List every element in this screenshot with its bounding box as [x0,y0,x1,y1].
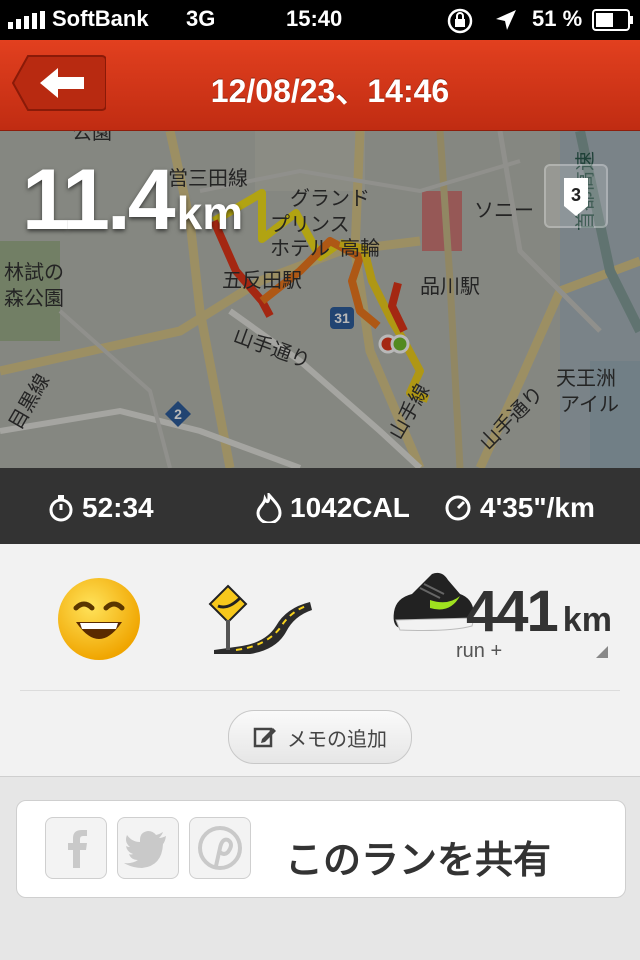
calories-stat: 1042CAL [256,492,410,524]
shoe-name[interactable]: run + [456,640,502,663]
route-map[interactable]: 31 2 公園 営三田線 グランド プリンス ホテル 高輪 五反田駅 品川駅 ソ… [0,131,640,468]
share-run-card[interactable]: このランを共有 [16,800,626,898]
twitter-icon [124,831,166,868]
pace-stat: 4'35"/km [444,492,595,524]
shoe-distance-value: 441 [466,579,559,644]
speedometer-icon [445,495,471,521]
pinterest-icon [198,826,242,870]
battery-percent: 51 % [532,6,583,31]
flame-icon [256,493,282,523]
add-memo-label: メモの追加 [287,728,387,751]
nav-bar: 12/08/23、14:46 [0,40,640,131]
location-arrow-icon [496,10,516,30]
edit-note-icon [253,727,276,748]
running-shoe-icon[interactable] [390,568,476,636]
pace-value: 4'35"/km [480,492,595,523]
distance-unit: km [176,187,244,239]
twitter-share-button[interactable] [117,817,179,879]
run-datetime-title: 12/08/23、14:46 [210,73,450,109]
distance-readout: 11.4km [22,151,243,250]
lap-count: 3 [571,185,581,205]
run-info-panel: 441 km run + メモの追加 [0,544,640,777]
status-bar: SoftBank 3G 15:40 51 % [0,0,640,40]
stopwatch-icon [49,495,73,522]
distance-value: 11.4 [22,152,176,248]
rotation-lock-icon [447,8,473,34]
panel-divider [20,690,620,691]
carrier-name: SoftBank [52,6,149,31]
facebook-share-button[interactable] [45,817,107,879]
network-type: 3G [186,6,216,31]
shoe-distance: 441 km [466,578,612,645]
back-button[interactable] [11,54,107,112]
clock: 15:40 [286,6,343,31]
share-run-label: このランを共有 [285,840,552,882]
pinterest-share-button[interactable] [189,817,251,879]
calories-value: 1042CAL [290,492,410,523]
battery-icon [592,9,633,31]
happy-face-icon[interactable] [56,576,142,662]
shoe-distance-unit: km [562,601,612,639]
duration-stat: 52:34 [48,492,154,524]
duration-value: 52:34 [82,492,154,523]
add-memo-button[interactable]: メモの追加 [228,710,412,764]
lap-marker-button[interactable]: 3 [544,164,608,228]
stats-bar: 52:34 1042CAL 4'35"/km [0,468,640,544]
facebook-icon [68,830,87,868]
signal-icon [8,11,45,29]
road-terrain-icon[interactable] [206,584,316,654]
shoe-dropdown-icon[interactable] [596,646,608,658]
